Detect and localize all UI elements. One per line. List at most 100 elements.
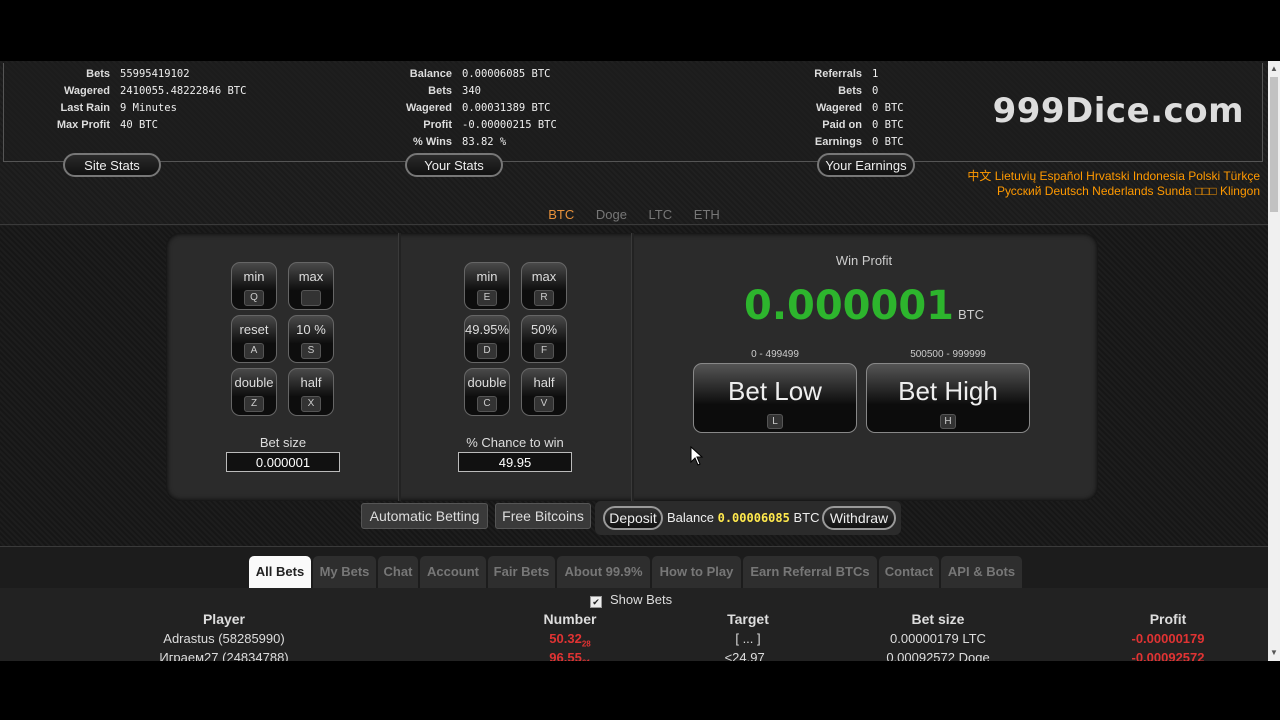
hotkey-badge: Z — [244, 396, 264, 412]
button-label: double — [467, 375, 507, 390]
chance-min-button[interactable]: min E — [464, 262, 510, 310]
stat-label: Bets — [838, 85, 862, 97]
tab-my-bets[interactable]: My Bets — [313, 556, 376, 588]
stat-value: 40 BTC — [120, 119, 158, 131]
tab-account[interactable]: Account — [420, 556, 486, 588]
button-label: min — [476, 269, 498, 284]
tab-api-bots[interactable]: API & Bots — [941, 556, 1022, 588]
chance-label: % Chance to win — [466, 435, 564, 450]
bet-10-percent-button[interactable]: 10 % S — [288, 315, 334, 363]
chance-max-button[interactable]: max R — [521, 262, 567, 310]
site-stats-button[interactable]: Site Stats — [63, 153, 161, 177]
stat-value: 83.82 % — [462, 136, 507, 148]
profit-cell: -0.00000179 — [1131, 631, 1205, 646]
bet-low-range: 0 - 499499 — [751, 349, 799, 360]
checkbox-checked-icon[interactable]: ✔ — [590, 596, 602, 608]
bet-double-button[interactable]: double Z — [231, 368, 277, 416]
balance-amount: 0.00006085 — [717, 511, 790, 525]
bet-reset-button[interactable]: reset A — [231, 315, 277, 363]
deposit-button[interactable]: Deposit — [603, 506, 663, 530]
bet-max-button[interactable]: max — [288, 262, 334, 310]
your-stats-button[interactable]: Your Stats — [405, 153, 503, 177]
stat-value: 0.00006085 BTC — [462, 68, 551, 80]
language-line[interactable]: Русский Deutsch Nederlands Sunda □□□ Kli… — [940, 184, 1260, 199]
bet-size-label: Bet size — [259, 435, 307, 450]
stat-value: 2410055.48222846 BTC — [120, 85, 247, 97]
button-label: max — [298, 269, 324, 284]
your-earnings: Referrals 1 Bets 0 Wagered 0 BTC Paid on 0 B… — [774, 66, 904, 151]
chance-50-button[interactable]: 50% F — [521, 315, 567, 363]
balance-bar: Deposit Balance 0.00006085 BTC Withdraw — [595, 501, 901, 535]
stat-value: 9 Minutes — [120, 102, 177, 114]
tab-all-bets[interactable]: All Bets — [249, 556, 311, 588]
button-label: 10 % — [296, 322, 326, 337]
coin-tab-doge[interactable]: Doge — [596, 207, 627, 222]
stat-value: 0.00031389 BTC — [462, 102, 551, 114]
coin-tab-ltc[interactable]: LTC — [649, 207, 673, 222]
bet-high-button[interactable]: Bet High H — [866, 363, 1030, 433]
chance-input[interactable]: 49.95 — [458, 452, 572, 472]
bet-min-button[interactable]: min Q — [231, 262, 277, 310]
hotkey-badge: C — [477, 396, 497, 412]
number-cell: 96.5561 — [520, 650, 620, 661]
button-label: Bet High — [898, 376, 998, 406]
win-profit-display: 0.000001 BTC — [664, 283, 1064, 329]
bet-panel: min Q max reset A 10 % S double Z half X Bet … — [166, 233, 1098, 501]
scrollbar-thumb[interactable] — [1270, 77, 1278, 212]
column-header-bet-size: Bet size — [911, 611, 965, 627]
mouse-cursor-icon — [690, 446, 704, 466]
show-bets-toggle[interactable]: ✔ Show Bets — [590, 592, 672, 608]
balance-label: Balance — [667, 510, 714, 525]
hotkey-badge: L — [767, 414, 783, 429]
your-earnings-button[interactable]: Your Earnings — [817, 153, 915, 177]
hotkey-badge: V — [534, 396, 554, 412]
vertical-scrollbar[interactable]: ▲ ▼ — [1268, 61, 1280, 661]
target-cell: <24.97m — [698, 650, 798, 661]
bet-high-range: 500500 - 999999 — [910, 349, 986, 360]
stat-value: 340 — [462, 85, 481, 97]
site-logo[interactable]: 999Dice.com — [993, 91, 1244, 131]
language-links[interactable]: 中文 Lietuvių Español Hrvatski Indonesia P… — [940, 169, 1260, 199]
bet-size-cell: 0.00092572 Doge — [886, 650, 990, 661]
scroll-down-icon[interactable]: ▼ — [1268, 647, 1280, 659]
stat-value: -0.00000215 BTC — [462, 119, 557, 131]
stat-label: Balance — [409, 68, 452, 80]
player-cell[interactable]: Adrastus (58285990) — [124, 631, 324, 646]
show-bets-label: Show Bets — [610, 592, 673, 607]
automatic-betting-button[interactable]: Automatic Betting — [361, 503, 488, 529]
tab-how-to-play[interactable]: How to Play — [652, 556, 741, 588]
stat-label: Wagered — [815, 102, 862, 114]
panel-divider — [398, 233, 401, 501]
button-label: 49.95% — [465, 322, 510, 337]
button-label: reset — [239, 322, 269, 337]
stat-value: 55995419102 — [120, 68, 190, 80]
free-bitcoins-button[interactable]: Free Bitcoins — [495, 503, 591, 529]
button-label: min — [243, 269, 265, 284]
withdraw-button[interactable]: Withdraw — [822, 506, 896, 530]
button-label: double — [234, 375, 274, 390]
bet-half-button[interactable]: half X — [288, 368, 334, 416]
bet-size-input[interactable]: 0.000001 — [226, 452, 340, 472]
target-subscript: m — [765, 659, 772, 661]
language-line[interactable]: 中文 Lietuvių Español Hrvatski Indonesia P… — [940, 169, 1260, 184]
stat-value: 0 BTC — [872, 102, 904, 114]
chance-double-button[interactable]: double C — [464, 368, 510, 416]
tab-earn-referral[interactable]: Earn Referral BTCs — [743, 556, 877, 588]
coin-tab-btc[interactable]: BTC — [548, 207, 574, 222]
bet-size-cell: 0.00000179 LTC — [890, 631, 986, 646]
tab-about[interactable]: About 99.9% — [557, 556, 650, 588]
chance-4995-button[interactable]: 49.95% D — [464, 315, 510, 363]
hotkey-badge: A — [244, 343, 264, 359]
button-label: half — [300, 375, 322, 390]
tab-contact[interactable]: Contact — [879, 556, 939, 588]
tab-fair-bets[interactable]: Fair Bets — [488, 556, 555, 588]
betting-area: min Q max reset A 10 % S double Z half X Bet … — [0, 226, 1268, 546]
bet-low-button[interactable]: Bet Low L — [693, 363, 857, 433]
coin-tab-eth[interactable]: ETH — [694, 207, 720, 222]
chance-half-button[interactable]: half V — [521, 368, 567, 416]
tab-chat[interactable]: Chat — [378, 556, 418, 588]
scroll-up-icon[interactable]: ▲ — [1268, 63, 1280, 75]
number-value: 50.32 — [549, 631, 582, 646]
stat-label: Paid on — [822, 119, 862, 131]
player-cell[interactable]: Играем27 (24834788) — [124, 650, 324, 661]
